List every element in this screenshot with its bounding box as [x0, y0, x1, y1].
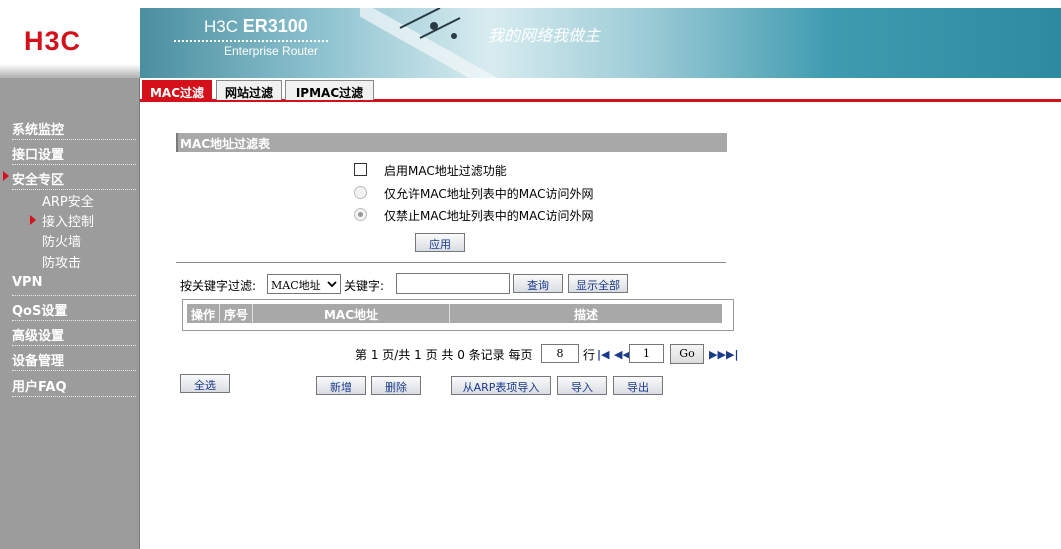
- filter-field-value: MAC地址: [271, 279, 321, 292]
- sidebar-item-vpn[interactable]: VPN: [12, 272, 136, 296]
- sidebar-item-qos[interactable]: QoS设置: [12, 297, 136, 321]
- filter-field-select[interactable]: MAC地址: [267, 274, 341, 294]
- keyword-filter-label: 按关键字过滤:: [180, 279, 257, 293]
- sidebar-subitem-label: 接入控制: [42, 215, 95, 230]
- allow-only-radio[interactable]: [354, 186, 367, 199]
- column-header-description: 描述: [573, 308, 598, 322]
- sidebar-item-label: 接口设置: [12, 148, 65, 163]
- sidebar-item-label: 用户FAQ: [12, 380, 67, 395]
- sidebar-subitem-label: 防火墙: [42, 235, 82, 250]
- sidebar-item-system-monitor[interactable]: 系统监控: [12, 116, 136, 140]
- show-all-button[interactable]: 显示全部: [568, 274, 628, 293]
- pager-row-label: 行: [583, 348, 596, 362]
- table-header: 操作 序号 MAC地址 描述: [187, 304, 722, 323]
- sidebar-item-label: VPN: [12, 275, 43, 290]
- sidebar-item-user-faq[interactable]: 用户FAQ: [12, 373, 136, 397]
- left-band: [0, 64, 140, 78]
- banner-slogan: 我的网络我做主: [488, 26, 601, 45]
- sidebar-subitem-arp-security[interactable]: ARP安全: [42, 191, 94, 210]
- query-button[interactable]: 查询: [513, 274, 563, 293]
- next-page-icon[interactable]: ▶▶: [709, 348, 726, 361]
- selected-arrow-icon: [30, 215, 36, 225]
- enable-mac-filter-label: 启用MAC地址过滤功能: [384, 164, 507, 178]
- column-header-index: 序号: [223, 308, 248, 322]
- tab-website-filter[interactable]: 网站过滤: [216, 80, 282, 100]
- keyword-input[interactable]: [396, 273, 510, 294]
- allow-only-label: 仅允许MAC地址列表中的MAC访问外网: [384, 187, 594, 201]
- sidebar-item-label: 高级设置: [12, 329, 65, 344]
- tab-mac-filter[interactable]: MAC过滤: [142, 80, 212, 100]
- product-subtitle: Enterprise Router: [224, 44, 319, 58]
- import-button[interactable]: 导入: [557, 376, 607, 395]
- sidebar-item-device-management[interactable]: 设备管理: [12, 347, 136, 371]
- go-button[interactable]: Go: [670, 344, 704, 364]
- sidebar-item-security[interactable]: 安全专区: [3, 166, 136, 190]
- sidebar-item-label: 设备管理: [12, 354, 65, 369]
- sidebar-item-label: QoS设置: [12, 304, 68, 319]
- delete-button[interactable]: 删除: [371, 376, 421, 395]
- mac-filter-table: 操作 序号 MAC地址 描述: [182, 299, 734, 331]
- last-page-icon[interactable]: ▶|: [726, 348, 738, 361]
- first-page-icon[interactable]: |◀: [597, 348, 609, 361]
- column-header-operation: 操作: [190, 308, 215, 322]
- expanded-arrow-icon: [3, 171, 9, 181]
- sidebar-subitem-anti-attack[interactable]: 防攻击: [42, 252, 81, 271]
- top-strip: [0, 0, 1061, 8]
- tab-bar: MAC过滤 网站过滤 IPMAC过滤: [140, 78, 1061, 102]
- page: H3C H3C ER3100 Enterprise Router 我的网络我做主…: [0, 0, 1061, 549]
- import-from-arp-button[interactable]: 从ARP表项导入: [451, 376, 551, 395]
- keyword-label: 关键字:: [344, 279, 385, 293]
- chevron-down-icon: [327, 281, 337, 288]
- export-button[interactable]: 导出: [613, 376, 663, 395]
- sidebar-subitem-access-control[interactable]: 接入控制: [30, 211, 95, 230]
- sidebar-item-advanced[interactable]: 高级设置: [12, 322, 136, 346]
- banner: H3C ER3100 Enterprise Router 我的网络我做主: [140, 8, 1061, 78]
- sidebar-item-interface-settings[interactable]: 接口设置: [12, 141, 136, 165]
- sidebar-subitem-firewall[interactable]: 防火墙: [42, 231, 81, 250]
- enable-mac-filter-checkbox[interactable]: [354, 163, 367, 176]
- section-divider: [176, 262, 726, 263]
- sidebar-item-label: 安全专区: [12, 173, 65, 188]
- deny-only-label: 仅禁止MAC地址列表中的MAC访问外网: [384, 209, 594, 223]
- banner-dotted-line: [174, 40, 328, 42]
- sidebar: 系统监控 接口设置 安全专区 ARP安全 接入控制 防火墙 防攻击 VPN Qo…: [0, 78, 140, 549]
- add-button[interactable]: 新增: [316, 376, 366, 395]
- section-title: MAC地址过滤表: [176, 133, 727, 152]
- tab-ipmac-filter[interactable]: IPMAC过滤: [285, 80, 374, 100]
- sidebar-subitem-label: 防攻击: [42, 256, 82, 271]
- select-all-button[interactable]: 全选: [180, 374, 230, 393]
- sidebar-item-label: 系统监控: [12, 123, 65, 138]
- h3c-logo: H3C: [24, 26, 82, 56]
- per-page-input[interactable]: 8: [541, 344, 579, 363]
- column-header-mac-address: MAC地址: [323, 308, 379, 322]
- cable-plug-graphic-icon: [360, 8, 498, 78]
- page-number-input[interactable]: 1: [629, 344, 664, 363]
- sidebar-subitem-label: ARP安全: [42, 195, 94, 210]
- product-model: ER3100: [242, 16, 308, 36]
- product-prefix: H3C: [204, 17, 243, 36]
- apply-button[interactable]: 应用: [415, 233, 465, 252]
- deny-only-radio[interactable]: [354, 208, 367, 221]
- product-title: H3C ER3100: [204, 16, 308, 37]
- pager-summary: 第 1 页/共 1 页 共 0 条记录 每页: [355, 348, 533, 362]
